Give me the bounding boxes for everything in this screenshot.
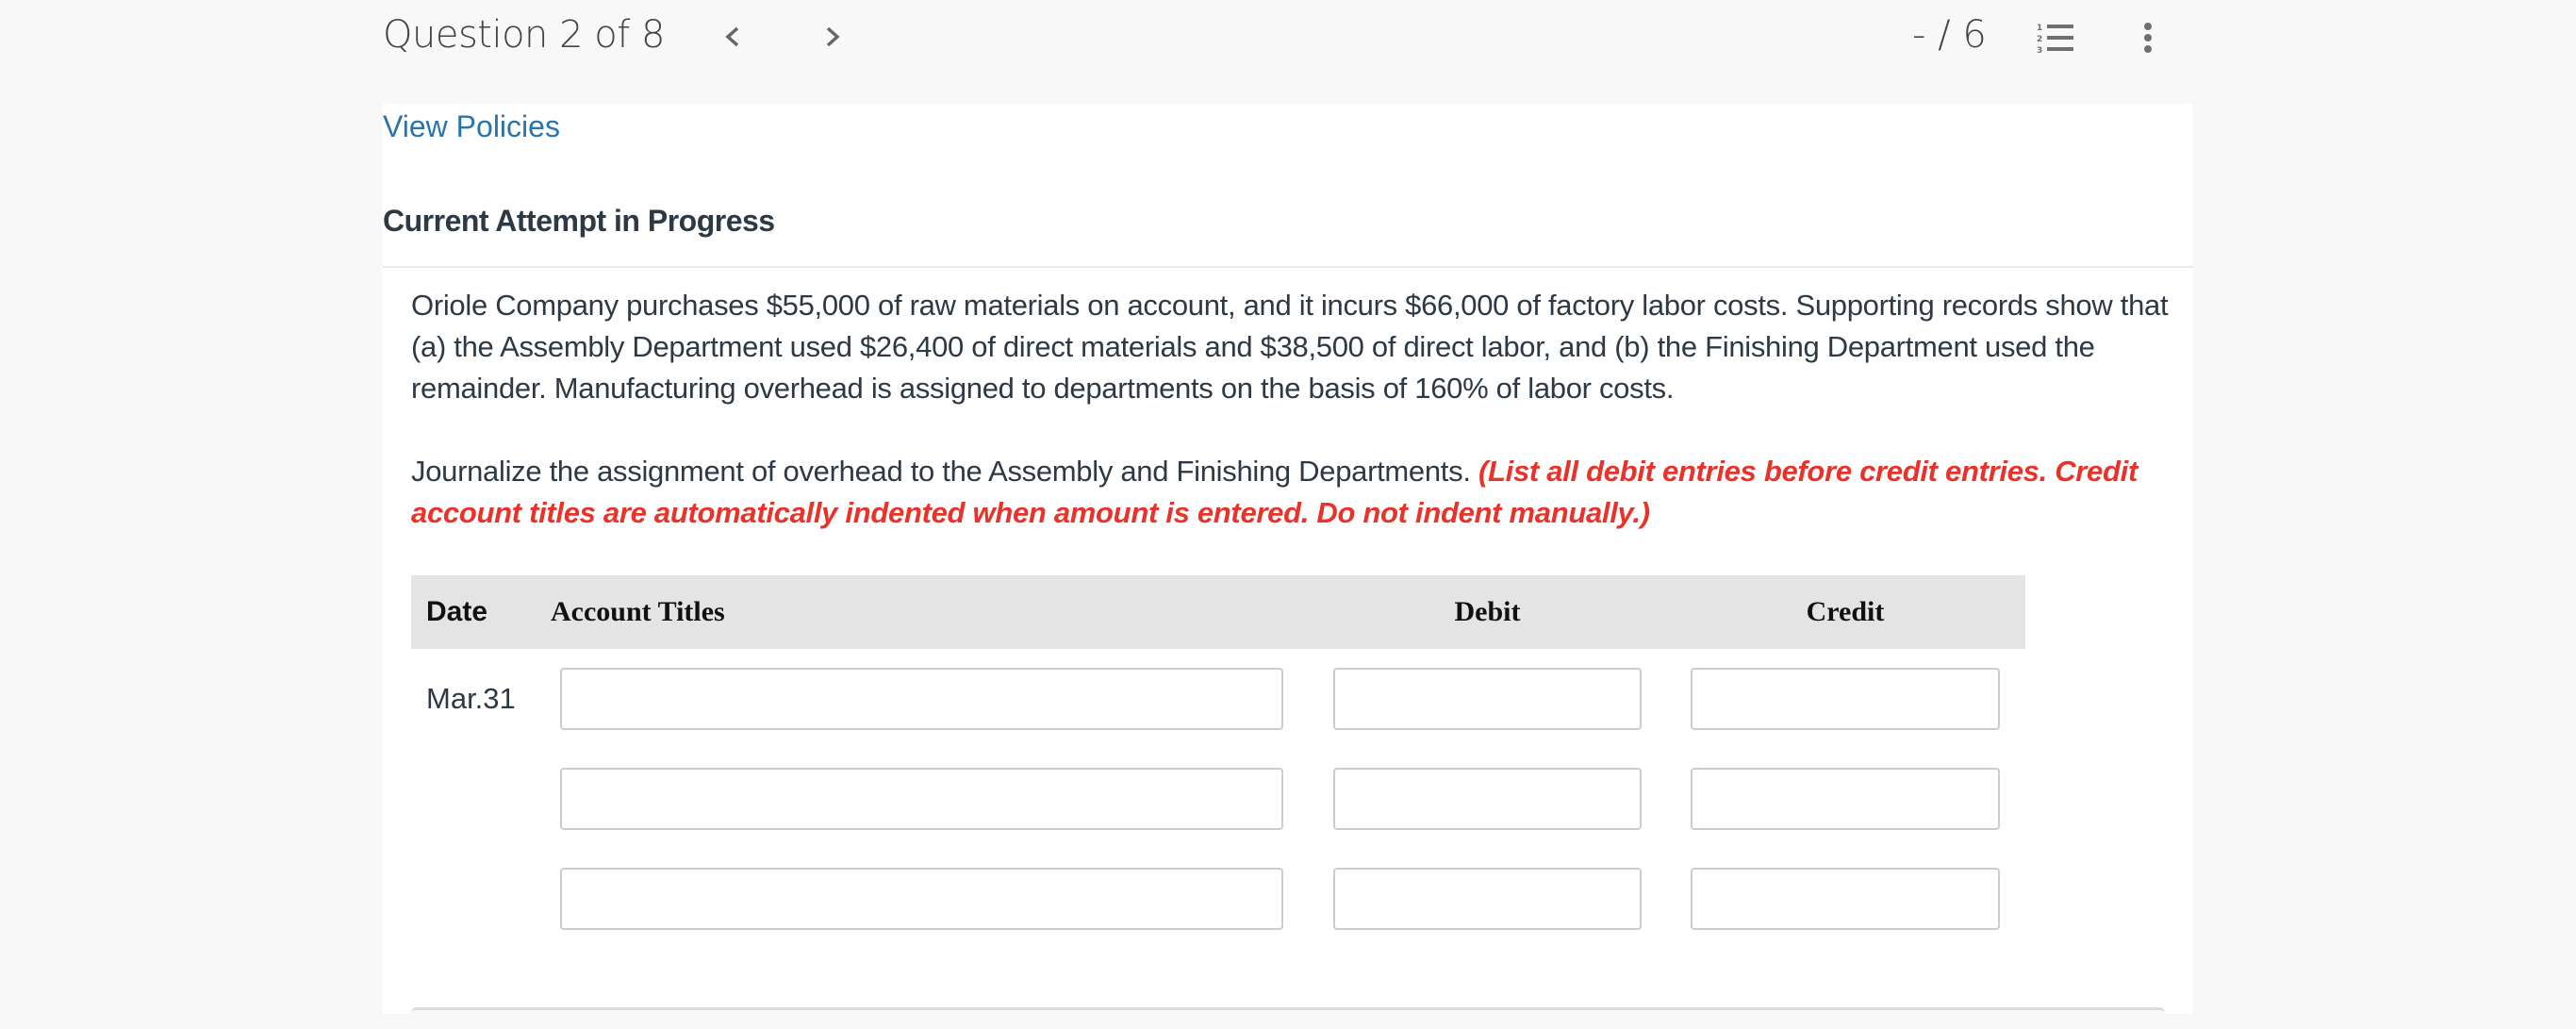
column-header-debit: Debit [1454, 596, 1521, 627]
numbered-list-icon: 1 2 3 [2037, 24, 2073, 56]
debit-amount-input[interactable] [1333, 868, 1642, 930]
debit-amount-input[interactable] [1333, 668, 1642, 730]
question-text: Oriole Company purchases $55,000 of raw … [411, 289, 2169, 405]
question-counter: Question 2 of 8 [383, 13, 666, 57]
credit-amount-input[interactable] [1691, 668, 2000, 730]
instruction-text: Journalize the assignment of overhead to… [411, 451, 2174, 534]
section-divider [383, 266, 2193, 268]
entry-date: Mar.31 [426, 682, 516, 715]
column-header-date: Date [426, 596, 488, 627]
account-title-input[interactable] [560, 868, 1283, 930]
previous-question-button[interactable] [715, 15, 752, 58]
next-question-button[interactable] [813, 15, 850, 58]
credit-amount-input[interactable] [1691, 768, 2000, 830]
view-policies-link[interactable]: View Policies [383, 104, 560, 149]
chevron-right-icon [826, 26, 840, 47]
score-display: - / 6 [1912, 13, 1987, 57]
instruction-main: Journalize the assignment of overhead to… [411, 455, 1471, 488]
column-header-credit: Credit [1806, 596, 1885, 627]
account-title-input[interactable] [560, 668, 1283, 730]
account-title-input[interactable] [560, 768, 1283, 830]
next-section-box [411, 1007, 2165, 1029]
question-list-button[interactable]: 1 2 3 [2037, 21, 2076, 56]
journal-table-header: Date Account Titles Debit Credit [411, 575, 2025, 649]
journal-row: Mar.31 [411, 668, 2025, 730]
attempt-status-heading: Current Attempt in Progress [383, 204, 775, 238]
credit-amount-input[interactable] [1691, 868, 2000, 930]
svg-text:2: 2 [2037, 35, 2042, 44]
journal-row [411, 868, 2025, 930]
chevron-left-icon [725, 26, 739, 47]
top-bar: Question 2 of 8 - / 6 1 2 3 [0, 0, 2576, 104]
more-vertical-icon [2144, 23, 2152, 53]
svg-text:3: 3 [2037, 46, 2042, 55]
journal-row [411, 768, 2025, 830]
more-options-button[interactable] [2131, 19, 2165, 58]
svg-text:1: 1 [2037, 24, 2042, 33]
column-header-account-titles: Account Titles [551, 596, 725, 627]
debit-amount-input[interactable] [1333, 768, 1642, 830]
question-panel: View Policies Current Attempt in Progres… [383, 104, 2193, 1029]
